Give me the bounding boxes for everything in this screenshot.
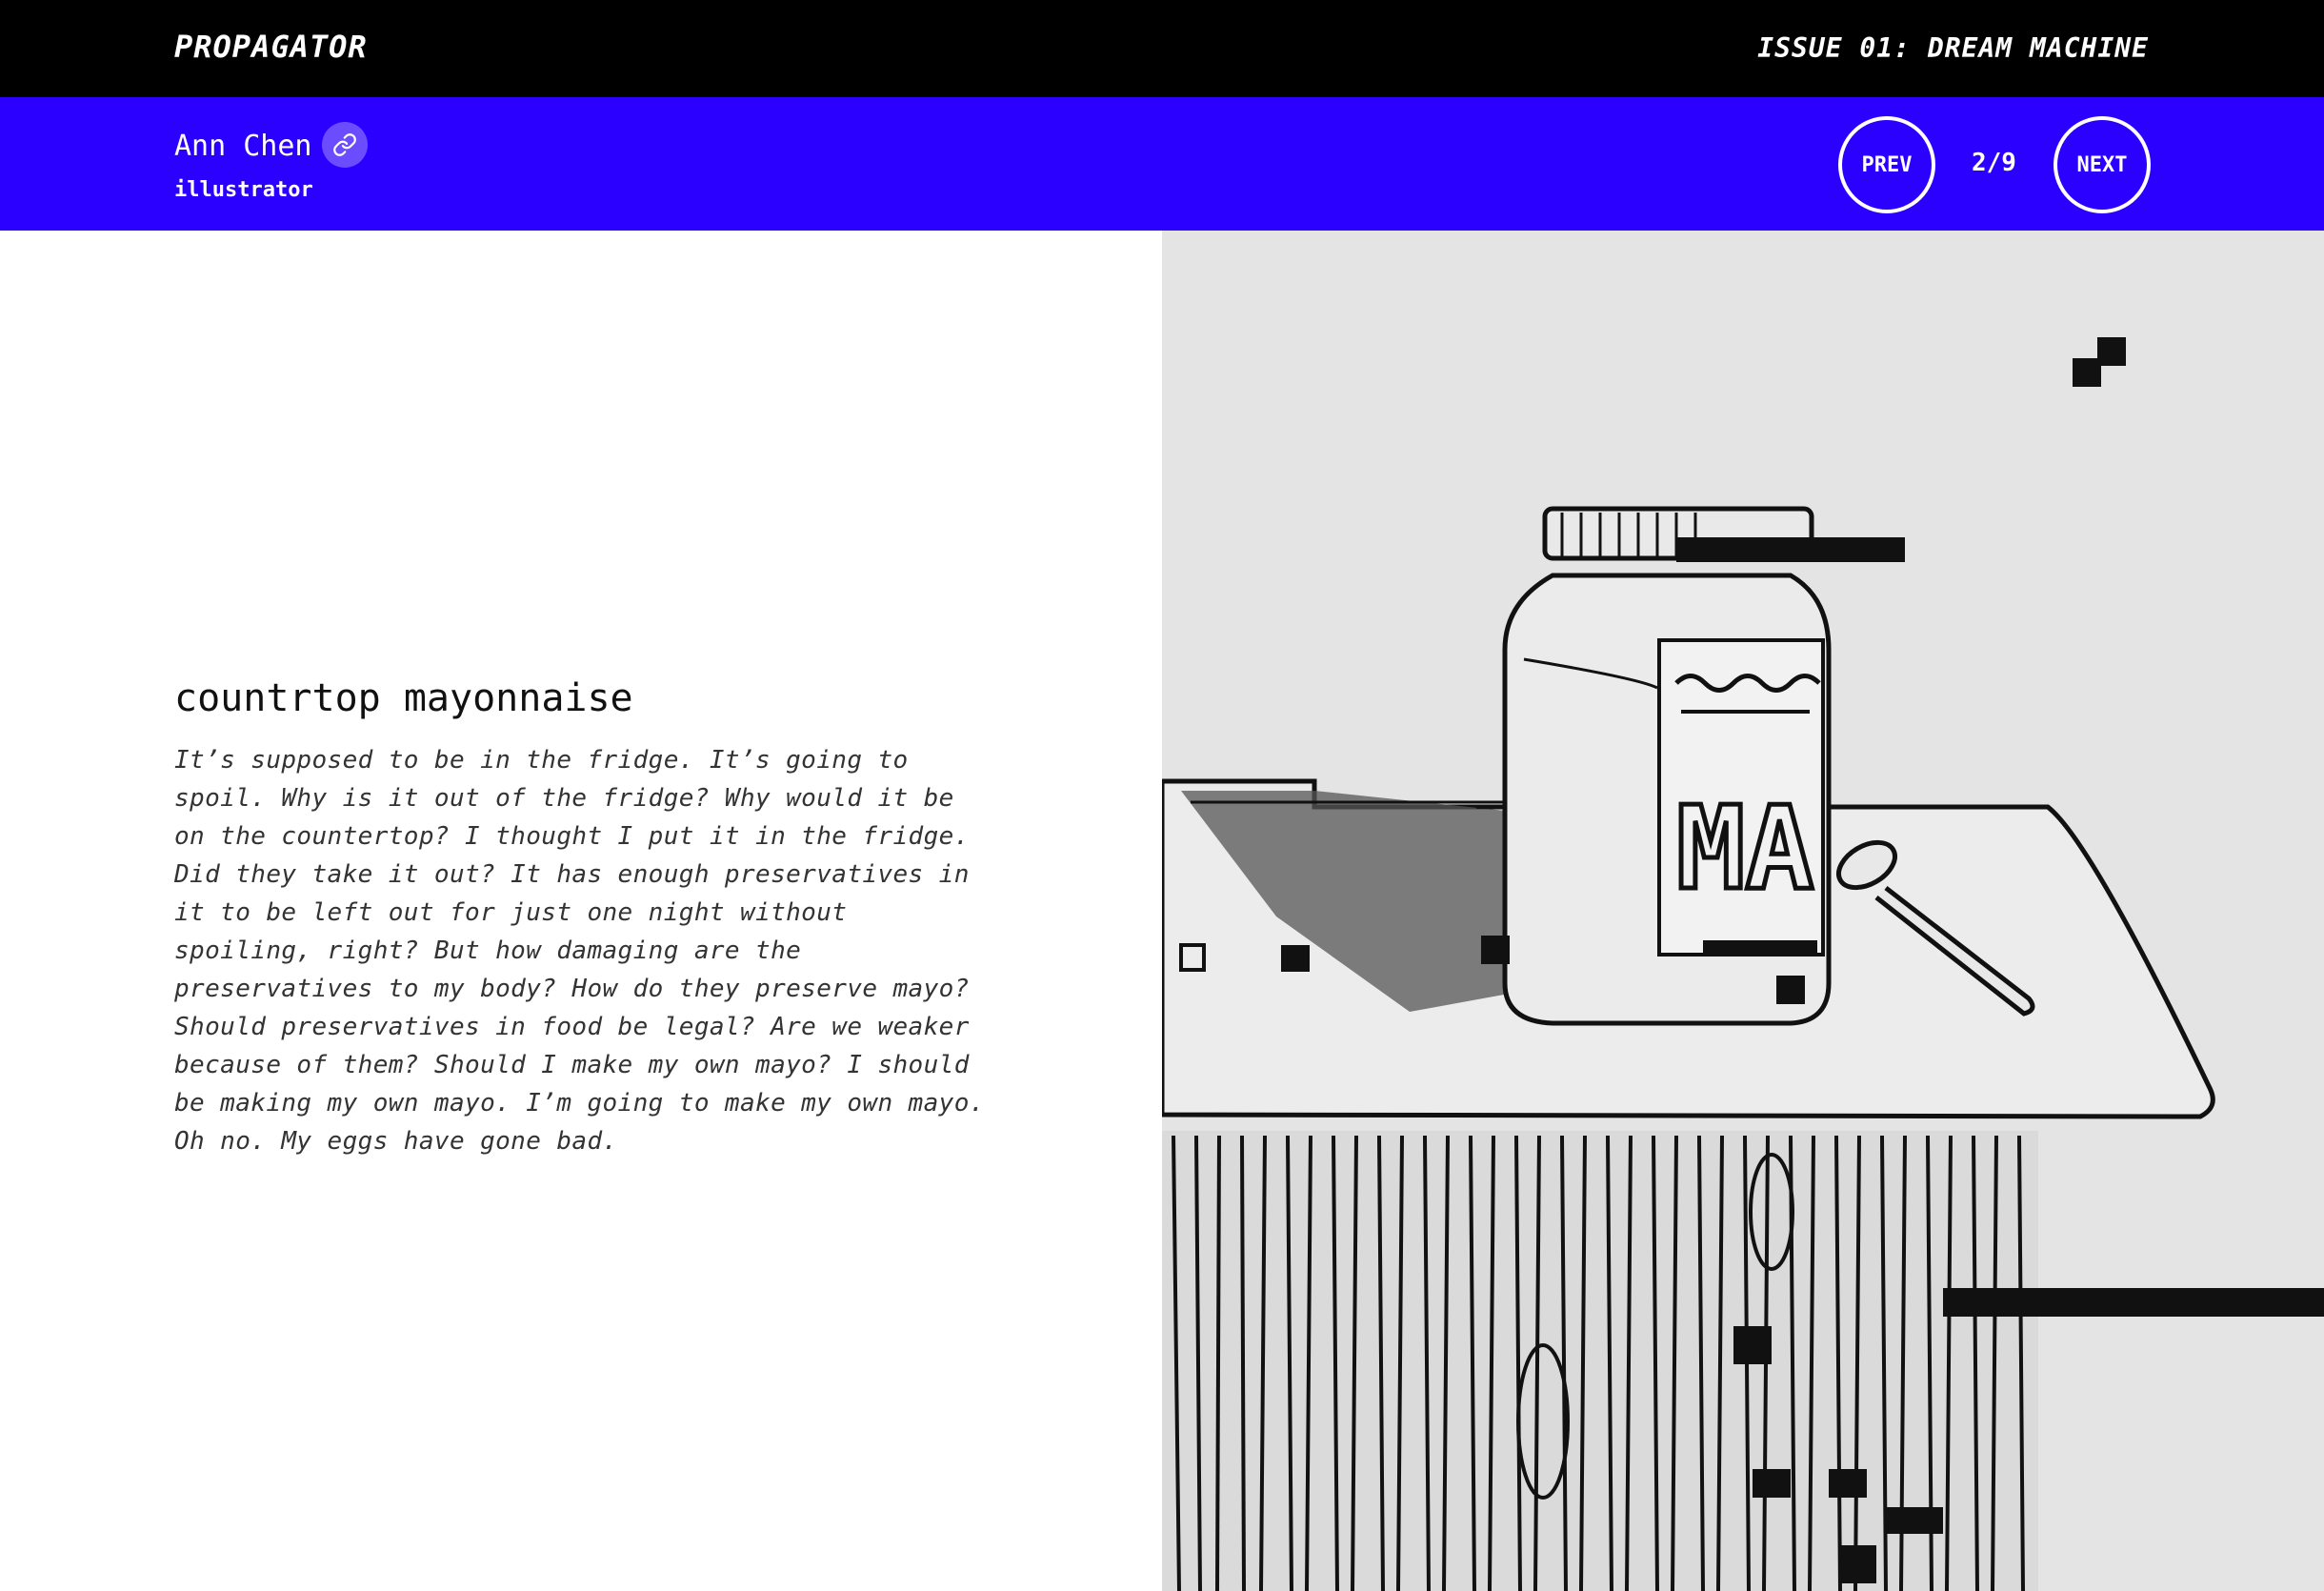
piece-title: countrtop mayonnaise bbox=[174, 676, 633, 720]
link-icon bbox=[333, 133, 356, 156]
author-bar: Ann Chen illustrator PREV 2/9 NEXT bbox=[0, 97, 2324, 231]
artwork-image: MA bbox=[1162, 231, 2324, 1591]
prev-button[interactable]: PREV bbox=[1838, 116, 1935, 213]
author-link-button[interactable] bbox=[322, 122, 368, 168]
brand-logo[interactable]: PROPAGATOR bbox=[174, 29, 368, 65]
issue-title[interactable]: ISSUE 01: DREAM MACHINE bbox=[1757, 32, 2149, 64]
svg-text:MA: MA bbox=[1676, 783, 1814, 916]
page-counter: 2/9 bbox=[1972, 149, 2016, 177]
next-button[interactable]: NEXT bbox=[2054, 116, 2151, 213]
author-role: illustrator bbox=[174, 178, 313, 202]
top-bar: PROPAGATOR ISSUE 01: DREAM MACHINE bbox=[0, 0, 2324, 97]
author-name: Ann Chen bbox=[174, 130, 312, 163]
piece-body: It’s supposed to be in the fridge. It’s … bbox=[174, 746, 985, 1156]
